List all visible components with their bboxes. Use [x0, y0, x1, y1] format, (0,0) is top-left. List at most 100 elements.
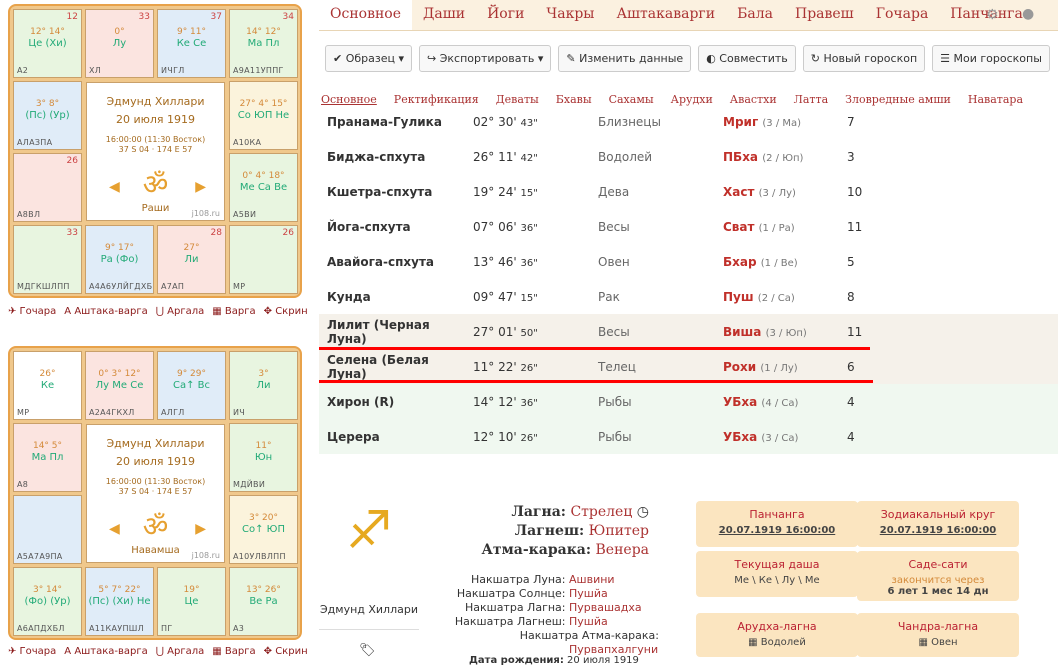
table-row: Церера 12° 10' 26" Рыбы УБха (3 / Са) 4 [319, 419, 1058, 454]
prev-arrow-icon[interactable]: ◀ [109, 179, 120, 195]
point-degree: 27° 01' 50" [465, 314, 590, 349]
chart-house[interactable]: 9° 17° Ра (Фо) А4А6УЛЙГДХБ [85, 225, 154, 294]
point-nakshatra[interactable]: Рохи (1 / Лу) [715, 349, 839, 384]
point-name: Хирон (R) [319, 384, 465, 419]
point-sign: Весы [598, 219, 630, 234]
info-card[interactable]: Панчанга 20.07.1919 16:00:00 [696, 501, 858, 547]
chart-house[interactable]: 26° Ке МР [13, 351, 82, 420]
tab[interactable]: Аштакаварги [605, 0, 726, 30]
chart-link[interactable]: A Аштака-варга [64, 306, 148, 317]
planet-degrees: 3° 14° [32, 585, 63, 595]
chart-house[interactable]: 12 12° 14° Це (Хи) A2 [13, 9, 82, 78]
point-nakshatra[interactable]: Виша (3 / Юп) [715, 314, 839, 349]
tab[interactable]: Чакры [535, 0, 605, 30]
chart-house[interactable]: 5° 7° 22° (Пс) (Хи) Не А11КАУПШЛ [85, 567, 154, 636]
gear-icon[interactable]: ⚙ [986, 7, 999, 23]
chart-link[interactable]: ⋃ Аргала [156, 646, 204, 657]
info-card[interactable]: Текущая даша Ме \ Ке \ Лу \ Ме [696, 551, 858, 597]
chart-link[interactable]: ⋃ Аргала [156, 306, 204, 317]
tab[interactable]: Йоги [476, 0, 535, 30]
chart-house[interactable]: 0° 4° 18° Ме Са Ве А5ВИ [229, 153, 298, 222]
chart-house[interactable]: 28 27° Ли А7АП [157, 225, 226, 294]
chart-coords: 37 S 04 · 174 E 57 [118, 487, 193, 496]
card-title: Панчанга [749, 508, 805, 521]
toolbar-button[interactable]: ☰ Мои гороскопы [932, 45, 1050, 72]
chart-link[interactable]: ✈ Гочара [8, 306, 56, 317]
chart-house[interactable]: 3° Ли ИЧ [229, 351, 298, 420]
point-nakshatra[interactable]: Бхар (1 / Ве) [715, 244, 839, 279]
chart-house[interactable]: 3° 14° (Фо) (Ур) А6АПДХБЛ [13, 567, 82, 636]
next-arrow-icon[interactable]: ▶ [195, 179, 206, 195]
point-nakshatra[interactable]: ПБха (2 / Юп) [715, 139, 839, 174]
house-number: 37 [210, 12, 222, 22]
chart-house[interactable]: 3° 8° (Пс) (Ур) АЛАЗПА [13, 81, 82, 150]
chart-house[interactable]: 9° 29° Са↑ Вс АЛГЛ [157, 351, 226, 420]
house-label: А4А6УЛЙГДХБ [89, 282, 153, 291]
tab[interactable]: Даши [412, 0, 476, 30]
lagnesh-label: Лагнеш: [514, 523, 585, 539]
tab[interactable]: Правеш [784, 0, 865, 30]
upagraha-table: Пранама-Гулика 02° 30' 43" Близнецы Мриг (3… [319, 104, 1058, 454]
chart-house[interactable]: 19° Це ПГ [157, 567, 226, 636]
chart-link[interactable]: A Аштака-варга [64, 646, 148, 657]
globe-icon[interactable]: ● [1022, 6, 1034, 22]
point-nakshatra[interactable]: Сват (1 / Ра) [715, 209, 839, 244]
chart-link[interactable]: ▦ Варга [212, 646, 255, 657]
chart2-links: ✈ Гочара A Аштака-варга ⋃ Аргала ▦ Варга ✥ С… [8, 646, 308, 657]
info-card[interactable]: Саде-сати закончится через 6 лет 1 мес 14 … [857, 551, 1019, 601]
table-row: Пранама-Гулика 02° 30' 43" Близнецы Мриг (3… [319, 104, 1058, 139]
toolbar-button[interactable]: ◐ Совместить [698, 45, 796, 72]
chart-house[interactable]: 27° 4° 15° Со ЮП Не А10КА [229, 81, 298, 150]
chart-house[interactable]: 0° 3° 12° Лу Ме Се А2А4ГКХЛ [85, 351, 154, 420]
point-sign: Водолей [598, 149, 653, 164]
point-nakshatra[interactable]: Хаст (3 / Лу) [715, 174, 839, 209]
chart-house[interactable]: 33 0° Лу ХЛ [85, 9, 154, 78]
toolbar-button[interactable]: ↪ Экспортировать ▾ [419, 45, 552, 72]
chart-house[interactable]: 14° 5° Ма Пл А8 [13, 423, 82, 492]
chart-house[interactable]: 3° 20° Со↑ ЮП А10УЛВЛПП [229, 495, 298, 564]
chart-house[interactable]: 26 А8ВЛ [13, 153, 82, 222]
planet-list: Це (Хи) [28, 38, 67, 49]
planet-list: Со ЮП Не [237, 110, 290, 121]
toolbar-button[interactable]: ✎ Изменить данные [558, 45, 692, 72]
chart-house[interactable]: 11° Юн МДЙВИ [229, 423, 298, 492]
point-house: 5 [847, 254, 855, 269]
chart-link[interactable]: ✥ Скрин [264, 306, 308, 317]
clock-icon[interactable]: ◷ [637, 504, 649, 520]
point-degree: 11° 22' 26" [465, 349, 590, 384]
point-house: 6 [839, 349, 1058, 384]
chart-house[interactable]: 13° 26° Ве Ра А3 [229, 567, 298, 636]
tab[interactable]: Основное [319, 0, 413, 30]
toolbar-button[interactable]: ✔ Образец ▾ [325, 45, 413, 72]
house-label: А10КА [233, 138, 262, 147]
point-nakshatra[interactable]: УБха (3 / Са) [715, 419, 839, 454]
point-nakshatra[interactable]: Пуш (2 / Са) [715, 279, 839, 314]
tag-icon[interactable]: 🏷 [359, 643, 376, 658]
chart-link[interactable]: ✥ Скрин [264, 646, 308, 657]
info-card[interactable]: Арудха-лагна ▦ Водолей [696, 613, 858, 657]
chart-house[interactable]: 34 14° 12° Ма Пл А9А11УППГ [229, 9, 298, 78]
chart-house[interactable]: А5А7А9ПА [13, 495, 82, 564]
house-label: А10УЛВЛПП [233, 552, 286, 561]
prev-arrow-icon[interactable]: ◀ [109, 521, 120, 537]
info-card[interactable]: Чандра-лагна ▦ Овен [857, 613, 1019, 657]
chart-link[interactable]: ✈ Гочара [8, 646, 56, 657]
planet-degrees: 14° 5° [32, 441, 63, 451]
toolbar-button[interactable]: ↻ Новый гороскоп [802, 45, 926, 72]
card-value-2: 6 лет 1 мес 14 дн [887, 586, 989, 597]
point-nakshatra[interactable]: Мриг (3 / Ма) [715, 104, 839, 139]
point-nakshatra[interactable]: УБха (4 / Са) [715, 384, 839, 419]
chart-house[interactable]: 33 МДГКШЛПП [13, 225, 82, 294]
tab[interactable]: Гочара [865, 0, 940, 30]
point-house: 10 [847, 184, 863, 199]
nakshatra-row: Накшатра Луна: Ашвини [470, 573, 615, 586]
chart-link[interactable]: ▦ Варга [212, 306, 255, 317]
house-label: МР [233, 282, 246, 291]
chart-house[interactable]: 26 МР [229, 225, 298, 294]
next-arrow-icon[interactable]: ▶ [195, 521, 206, 537]
house-label: МДЙВИ [233, 480, 266, 489]
info-card[interactable]: Зодиакальный круг 20.07.1919 16:00:00 [857, 501, 1019, 547]
chart-house[interactable]: 37 9° 11° Ке Се ИЧГЛ [157, 9, 226, 78]
tab[interactable]: Бала [726, 0, 784, 30]
nakshatra-list: Накшатра Луна: Ашвини Накшатра Солнце: Пу… [429, 573, 659, 657]
